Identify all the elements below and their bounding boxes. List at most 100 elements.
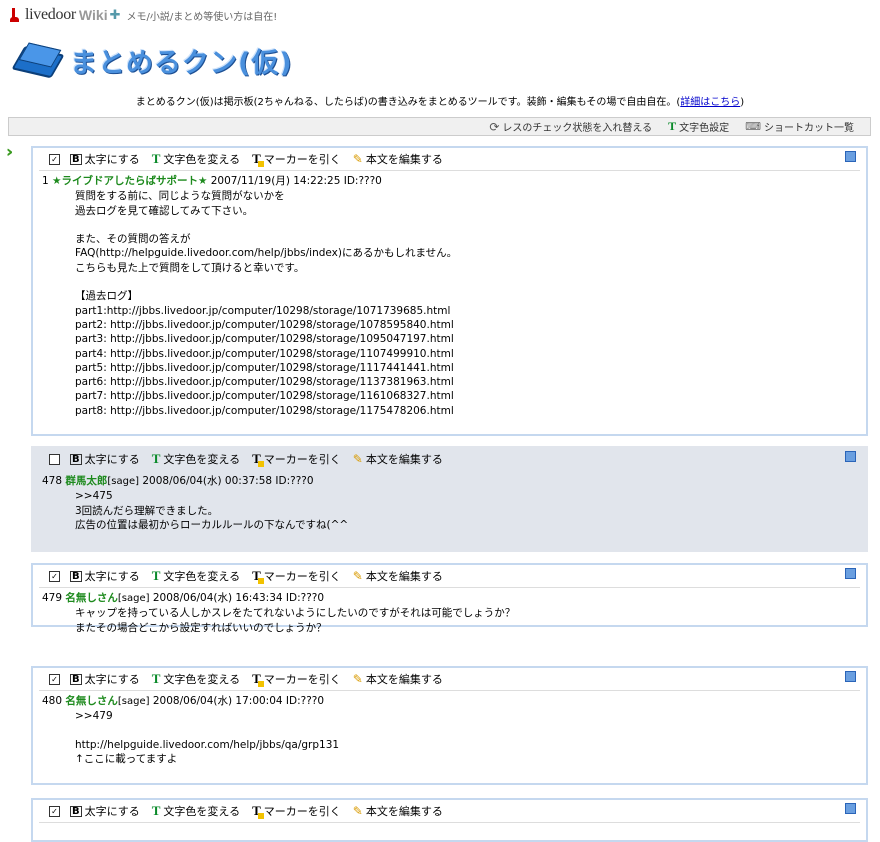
marker-button[interactable]: T マーカーを引く (252, 803, 341, 819)
post-line (42, 724, 866, 738)
post-line: 3回読んだら理解できました。 (75, 504, 219, 517)
edit-label: 本文を編集する (365, 805, 443, 818)
post-tools: ✓ B 太字にする T 文字色を変える T マーカーを引く ✎ 本文を編集する (33, 800, 866, 822)
double-arrow-icon: ›› (6, 142, 14, 161)
puzzle-icon: ✚ (109, 7, 121, 23)
post-body: 1 ★ライブドアしたらばサポート★ 2007/11/19(月) 14:22:25… (33, 171, 866, 424)
keyboard-icon: ⌨ (745, 120, 761, 133)
bold-button[interactable]: B 太字にする (70, 803, 140, 819)
logo-text: livedoor (25, 6, 76, 23)
text-color-settings-button[interactable]: T 文字色設定 (668, 119, 729, 134)
post-checkbox[interactable] (49, 453, 60, 465)
square-icon[interactable] (845, 451, 856, 462)
bold-button[interactable]: B 太字にする (70, 151, 140, 167)
post-line: >>479 (75, 710, 113, 723)
logo-wiki-text: Wiki (78, 7, 108, 23)
post-line: http://helpguide.livedoor.com/help/jbbs/… (75, 738, 340, 751)
edit-button[interactable]: ✎ 本文を編集する (353, 151, 443, 167)
text-color-icon: T (151, 803, 161, 818)
post-sage: [sage] (117, 593, 150, 604)
post-number: 480 (42, 695, 63, 707)
post-line: FAQ(http://helpguide.livedoor.com/help/j… (75, 247, 458, 260)
text-color-icon: T (151, 671, 161, 686)
square-icon[interactable] (845, 568, 856, 579)
edit-button[interactable]: ✎ 本文を編集する (353, 671, 443, 687)
marker-label: マーカーを引く (263, 570, 341, 583)
post-line: ↑ここに載ってますよ (75, 753, 178, 766)
bold-icon: B (70, 673, 82, 685)
livedoor-wiki-logo[interactable]: livedoor Wiki ✚ メモ/小説/まとめ等使い方は自在! (10, 6, 277, 24)
marker-icon: T (252, 568, 264, 584)
bold-icon: B (70, 805, 82, 817)
post: ✓ B 太字にする T 文字色を変える T マーカーを引く ✎ 本文を編集する 480 名無しさん… (31, 666, 868, 785)
bold-button[interactable]: B 太字にする (70, 451, 140, 467)
toggle-check-button[interactable]: ⟳ レスのチェック状態を入れ替える (489, 119, 653, 135)
toolbar: ⟳ レスのチェック状態を入れ替える T 文字色設定 ⌨ ショートカット一覧 (8, 117, 871, 136)
toggle-check-label: レスのチェック状態を入れ替える (502, 123, 653, 134)
post-checkbox[interactable]: ✓ (49, 570, 60, 582)
post-checkbox[interactable]: ✓ (49, 805, 60, 817)
text-color-button[interactable]: T 文字色を変える (152, 568, 240, 584)
post-author: 名無しさん (65, 695, 118, 707)
details-link[interactable]: 詳細はこちら (680, 97, 740, 108)
text-color-label: 文字色を変える (163, 673, 241, 686)
pencil-icon: ✎ (352, 452, 363, 466)
book-icon (11, 40, 65, 80)
square-icon[interactable] (845, 151, 856, 162)
square-icon[interactable] (845, 671, 856, 682)
edit-button[interactable]: ✎ 本文を編集する (353, 803, 443, 819)
edit-label: 本文を編集する (365, 673, 443, 686)
post-line: 質問をする前に、同じような質問がないかを (75, 190, 285, 203)
square-icon[interactable] (845, 803, 856, 814)
marker-icon: T (252, 151, 264, 167)
shortcut-list-button[interactable]: ⌨ ショートカット一覧 (745, 119, 854, 134)
edit-label: 本文を編集する (365, 153, 443, 166)
livedoor-logo-icon (10, 7, 22, 23)
marker-button[interactable]: T マーカーを引く (252, 151, 341, 167)
text-color-button[interactable]: T 文字色を変える (152, 451, 240, 467)
post-header: 1 ★ライブドアしたらばサポート★ 2007/11/19(月) 14:22:25… (42, 174, 866, 189)
edit-button[interactable]: ✎ 本文を編集する (353, 568, 443, 584)
marker-button[interactable]: T マーカーを引く (252, 568, 341, 584)
text-color-button[interactable]: T 文字色を変える (152, 151, 240, 167)
tagline: メモ/小説/まとめ等使い方は自在! (126, 11, 278, 23)
post-checkbox[interactable]: ✓ (49, 673, 60, 685)
bold-label: 太字にする (84, 570, 140, 583)
shortcut-list-label: ショートカット一覧 (764, 123, 854, 134)
post-tools: ✓ B 太字にする T 文字色を変える T マーカーを引く ✎ 本文を編集する (33, 668, 866, 690)
text-color-icon: T (151, 568, 161, 583)
post: ✓ B 太字にする T 文字色を変える T マーカーを引く ✎ 本文を編集する 479 名無しさん… (31, 563, 868, 634)
post-line: part8: http://jbbs.livedoor.jp/computer/… (75, 404, 454, 417)
post-line: part6: http://jbbs.livedoor.jp/computer/… (75, 376, 454, 389)
pencil-icon: ✎ (352, 804, 363, 818)
marker-button[interactable]: T マーカーを引く (252, 451, 341, 467)
post-divider (39, 822, 860, 823)
bold-button[interactable]: B 太字にする (70, 671, 140, 687)
edit-button[interactable]: ✎ 本文を編集する (353, 451, 443, 467)
text-color-icon: T (668, 119, 677, 133)
post-line: part7: http://jbbs.livedoor.jp/computer/… (75, 390, 454, 403)
text-color-button[interactable]: T 文字色を変える (152, 671, 240, 687)
post-number: 1 (42, 175, 49, 187)
post-header: 480 名無しさん[sage] 2008/06/04(水) 17:00:04 I… (42, 694, 866, 709)
text-color-label: 文字色を変える (163, 805, 241, 818)
post-line: part3: http://jbbs.livedoor.jp/computer/… (75, 333, 454, 346)
post-number: 478 (42, 475, 63, 487)
bold-button[interactable]: B 太字にする (70, 568, 140, 584)
top-bar: livedoor Wiki ✚ メモ/小説/まとめ等使い方は自在! (0, 0, 880, 32)
edit-label: 本文を編集する (365, 453, 443, 466)
post-line: 【過去ログ】 (75, 290, 138, 303)
edit-label: 本文を編集する (365, 570, 443, 583)
post-sage: [sage] (107, 476, 140, 487)
text-color-button[interactable]: T 文字色を変える (152, 803, 240, 819)
post-tools: ✓ B 太字にする T 文字色を変える T マーカーを引く ✎ 本文を編集する (33, 565, 866, 587)
post-tools: ✓ B 太字にする T 文字色を変える T マーカーを引く ✎ 本文を編集する (33, 148, 866, 170)
marker-icon: T (252, 803, 264, 819)
post-line: part2: http://jbbs.livedoor.jp/computer/… (75, 318, 454, 331)
post-line: キャップを持っている人しかスレをたてれないようにしたいのですがそれは可能でしょう… (75, 607, 516, 620)
marker-icon: T (252, 671, 264, 687)
post-checkbox[interactable]: ✓ (49, 153, 60, 165)
post-line: 広告の位置は最初からローカルルールの下なんですね(^^ (75, 518, 349, 531)
marker-button[interactable]: T マーカーを引く (252, 671, 341, 687)
post-body: 478 群馬太郎[sage] 2008/06/04(水) 00:37:58 ID… (33, 471, 866, 538)
